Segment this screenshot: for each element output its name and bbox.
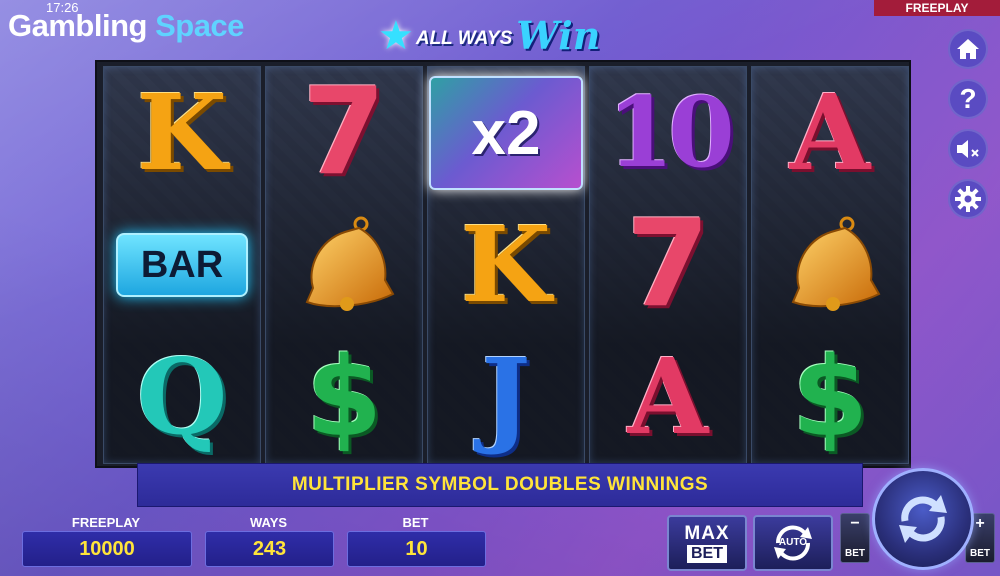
freeplay-value: 10000	[22, 531, 192, 567]
max-bet-label: BET	[687, 544, 727, 563]
reel-symbol: $	[791, 333, 869, 461]
brand-logo: Gambling Space	[8, 8, 244, 44]
reel-4: 10 7 A	[589, 66, 747, 464]
game-logo-part2: Win	[516, 13, 601, 58]
auto-label: AUTO	[778, 537, 808, 548]
multiplier-symbol: x2	[428, 67, 584, 199]
reel-5: A $	[751, 66, 909, 464]
game-logo: ★ ALL WAYS Win	[378, 10, 601, 58]
reel-symbol: 7	[302, 63, 386, 202]
freeplay-label: FREEPLAY	[71, 515, 141, 530]
ways-label: WAYS	[249, 515, 288, 530]
reel-symbol: A	[627, 335, 709, 458]
home-icon	[957, 39, 979, 59]
reels-area: K BAR Q 7 $ x2 K J 10 7 A A $	[95, 60, 911, 468]
message-bar: MULTIPLIER SYMBOL DOUBLES WINNINGS	[137, 463, 863, 507]
plus-icon: +	[975, 515, 985, 532]
reel-symbol: 10	[607, 76, 735, 189]
max-label: MAX	[684, 522, 730, 544]
reel-symbol: $	[305, 333, 383, 461]
bell-icon	[266, 199, 422, 331]
minus-icon: −	[850, 515, 860, 532]
sound-muted-icon	[957, 140, 979, 158]
spin-icon	[899, 495, 947, 543]
game-logo-part1: ALL WAYS	[415, 28, 513, 49]
brand-part2: Space	[155, 8, 244, 43]
bet-increase-label: BET	[970, 548, 990, 559]
sound-button[interactable]	[948, 129, 988, 169]
bet-value: 10	[347, 531, 486, 567]
reel-symbol: Q	[136, 335, 228, 458]
spin-button[interactable]	[872, 468, 974, 570]
autoplay-button[interactable]: AUTO	[753, 515, 833, 571]
reel-symbol: K	[136, 71, 228, 194]
settings-button[interactable]	[948, 179, 988, 219]
bet-label: BET	[402, 515, 429, 530]
reel-2: 7 $	[265, 66, 423, 464]
freeplay-tag: FREEPLAY	[874, 0, 1000, 16]
reel-symbol: 7	[626, 195, 710, 334]
brand-part1: Gambling	[8, 8, 147, 43]
reel-1: K BAR Q	[103, 66, 261, 464]
home-button[interactable]	[948, 29, 988, 69]
reel-symbol: BAR	[104, 199, 260, 331]
bet-decrease-button[interactable]: − BET	[840, 513, 870, 563]
gear-icon	[955, 186, 981, 212]
reel-symbol: A	[789, 71, 871, 194]
help-icon: ?	[959, 83, 977, 114]
reel-3: x2 K J	[427, 66, 585, 464]
max-bet-button[interactable]: MAX BET	[667, 515, 747, 571]
bet-decrease-label: BET	[845, 548, 865, 559]
reel-symbol: K	[460, 203, 552, 326]
reel-symbol: J	[481, 335, 531, 458]
help-button[interactable]: ?	[948, 79, 988, 119]
bell-icon	[752, 199, 908, 331]
star-icon: ★	[378, 14, 414, 58]
ways-value: 243	[205, 531, 334, 567]
